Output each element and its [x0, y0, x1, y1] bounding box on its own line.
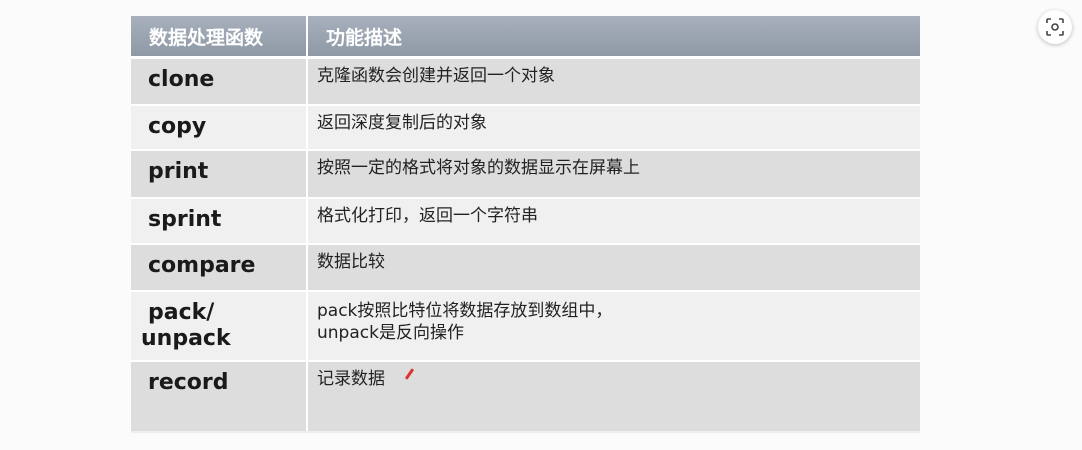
- row-function-name: copy: [131, 106, 308, 149]
- row-description: 克隆函数会创建并返回一个对象: [308, 59, 920, 104]
- row-description: 数据比较: [308, 245, 920, 290]
- row-function-name: record: [131, 362, 308, 431]
- row-function-name: pack/ unpack: [131, 292, 308, 360]
- row-description: 按照一定的格式将对象的数据显示在屏幕上: [308, 151, 920, 197]
- table-row: sprint 格式化打印，返回一个字符串: [131, 199, 920, 245]
- table-row: compare 数据比较: [131, 245, 920, 292]
- scan-icon[interactable]: [1038, 10, 1072, 44]
- row-function-name: print: [131, 151, 308, 197]
- row-function-name: clone: [131, 59, 308, 104]
- row-description: 返回深度复制后的对象: [308, 106, 920, 149]
- row-description: 记录数据: [308, 362, 920, 431]
- header-function: 数据处理函数: [131, 16, 308, 56]
- table-header: 数据处理函数 功能描述: [131, 16, 920, 59]
- function-name-line: pack/: [148, 300, 215, 325]
- description-line: unpack是反向操作: [317, 323, 464, 343]
- row-description: 格式化打印，返回一个字符串: [308, 199, 920, 243]
- description-line: pack按照比特位将数据存放到数组中，: [317, 301, 613, 321]
- table-row: record 记录数据: [131, 362, 920, 431]
- description-line: 数据比较: [317, 252, 385, 272]
- pen-icon: [404, 368, 414, 382]
- description-line: 记录数据: [317, 369, 385, 389]
- row-description: pack按照比特位将数据存放到数组中， unpack是反向操作: [308, 292, 920, 360]
- table-body: clone 克隆函数会创建并返回一个对象 copy 返回深度复制后的对象 pri…: [131, 59, 920, 431]
- table-row: pack/ unpack pack按照比特位将数据存放到数组中， unpack是…: [131, 292, 920, 362]
- table-row: clone 克隆函数会创建并返回一个对象: [131, 59, 920, 106]
- header-description: 功能描述: [326, 26, 403, 49]
- description-line: 克隆函数会创建并返回一个对象: [317, 66, 555, 86]
- row-function-name: compare: [131, 245, 308, 290]
- function-name-line: unpack: [141, 326, 231, 351]
- function-table: 数据处理函数 功能描述 clone 克隆函数会创建并返回一个对象 copy 返回…: [131, 16, 920, 433]
- description-line: 返回深度复制后的对象: [317, 113, 487, 133]
- table-row: copy 返回深度复制后的对象: [131, 106, 920, 151]
- scan-icon-glyph: [1046, 18, 1064, 36]
- table-row: print 按照一定的格式将对象的数据显示在屏幕上: [131, 151, 920, 199]
- description-line: 格式化打印，返回一个字符串: [317, 206, 538, 226]
- description-line: 按照一定的格式将对象的数据显示在屏幕上: [317, 158, 640, 178]
- row-function-name: sprint: [131, 199, 308, 243]
